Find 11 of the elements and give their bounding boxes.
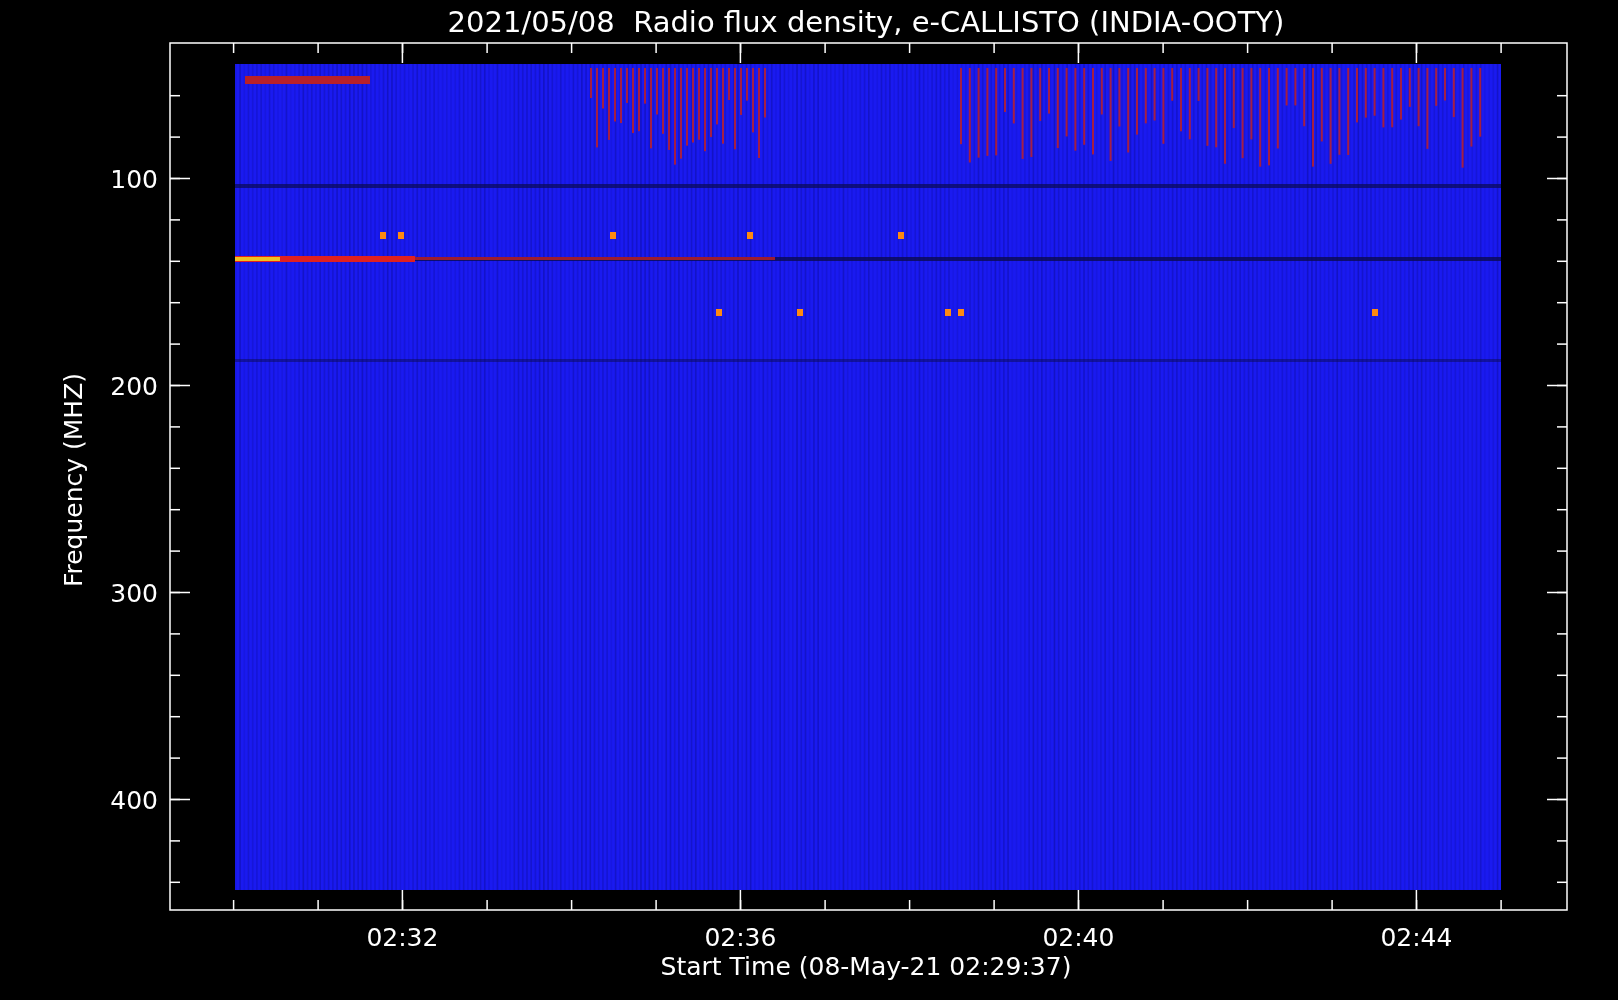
y-tick-label: 200	[110, 371, 158, 401]
x-tick-label: 02:40	[1042, 923, 1115, 952]
y-tick-label: 400	[110, 785, 158, 815]
y-tick-label: 100	[110, 164, 158, 194]
chart-title: 2021/05/08 Radio flux density, e-CALLISTO (INDIA-OOTY)	[447, 5, 1285, 39]
x-tick-label: 02:36	[704, 923, 777, 952]
x-tick-label: 02:44	[1380, 923, 1453, 952]
y-tick-label: 300	[110, 578, 158, 608]
y-axis-label: Frequency (MHZ)	[59, 372, 88, 588]
x-tick-label: 02:32	[366, 923, 439, 952]
x-axis-label: Start Time (08-May-21 02:29:37)	[660, 952, 1072, 981]
